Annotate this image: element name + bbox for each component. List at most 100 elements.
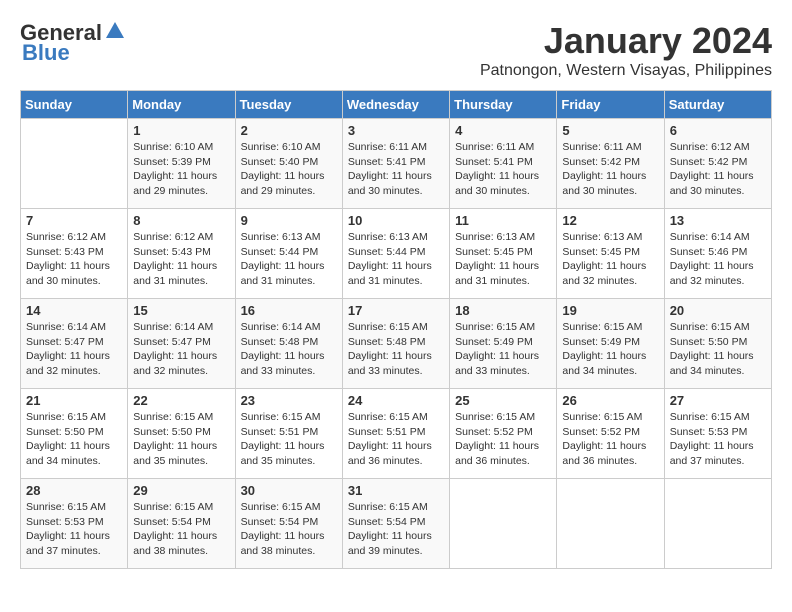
header: General Blue January 2024 Patnongon, Wes… (20, 20, 772, 80)
calendar-cell: 6 Sunrise: 6:12 AMSunset: 5:42 PMDaylight… (664, 119, 771, 209)
day-header-saturday: Saturday (664, 91, 771, 119)
cell-day-number: 19 (562, 303, 658, 318)
cell-info: Sunrise: 6:15 AMSunset: 5:52 PMDaylight:… (455, 410, 551, 469)
calendar-cell: 20 Sunrise: 6:15 AMSunset: 5:50 PMDayligh… (664, 299, 771, 389)
calendar-cell: 27 Sunrise: 6:15 AMSunset: 5:53 PMDayligh… (664, 389, 771, 479)
cell-info: Sunrise: 6:15 AMSunset: 5:54 PMDaylight:… (241, 500, 337, 559)
cell-info: Sunrise: 6:11 AMSunset: 5:41 PMDaylight:… (348, 140, 444, 199)
calendar-cell: 1Sunrise: 6:10 AMSunset: 5:39 PMDaylight… (128, 119, 235, 209)
cell-info: Sunrise: 6:13 AMSunset: 5:44 PMDaylight:… (241, 230, 337, 289)
day-header-wednesday: Wednesday (342, 91, 449, 119)
calendar-cell: 4 Sunrise: 6:11 AMSunset: 5:41 PMDaylight… (450, 119, 557, 209)
calendar-cell: 30Sunrise: 6:15 AMSunset: 5:54 PMDayligh… (235, 479, 342, 569)
cell-info: Sunrise: 6:13 AMSunset: 5:45 PMDaylight:… (455, 230, 551, 289)
calendar-cell (450, 479, 557, 569)
cell-info: Sunrise: 6:15 AMSunset: 5:49 PMDaylight:… (455, 320, 551, 379)
cell-day-number: 20 (670, 303, 766, 318)
cell-info: Sunrise: 6:12 AMSunset: 5:43 PMDaylight:… (26, 230, 122, 289)
calendar-cell: 9Sunrise: 6:13 AMSunset: 5:44 PMDaylight… (235, 209, 342, 299)
cell-day-number: 27 (670, 393, 766, 408)
day-header-tuesday: Tuesday (235, 91, 342, 119)
calendar-cell (21, 119, 128, 209)
cell-info: Sunrise: 6:14 AMSunset: 5:47 PMDaylight:… (133, 320, 229, 379)
cell-day-number: 13 (670, 213, 766, 228)
logo: General Blue (20, 20, 126, 66)
calendar-cell: 26 Sunrise: 6:15 AMSunset: 5:52 PMDayligh… (557, 389, 664, 479)
cell-info: Sunrise: 6:15 AMSunset: 5:50 PMDaylight:… (670, 320, 766, 379)
cell-day-number: 4 (455, 123, 551, 138)
cell-day-number: 31 (348, 483, 444, 498)
cell-info: Sunrise: 6:15 AMSunset: 5:48 PMDaylight:… (348, 320, 444, 379)
calendar-cell (557, 479, 664, 569)
cell-day-number: 21 (26, 393, 122, 408)
cell-day-number: 3 (348, 123, 444, 138)
cell-info: Sunrise: 6:14 AMSunset: 5:46 PMDaylight:… (670, 230, 766, 289)
cell-info: Sunrise: 6:12 AMSunset: 5:43 PMDaylight:… (133, 230, 229, 289)
cell-info: Sunrise: 6:15 AMSunset: 5:53 PMDaylight:… (670, 410, 766, 469)
calendar-cell: 29 Sunrise: 6:15 AMSunset: 5:54 PMDayligh… (128, 479, 235, 569)
calendar-cell: 18Sunrise: 6:15 AMSunset: 5:49 PMDayligh… (450, 299, 557, 389)
calendar-cell: 3 Sunrise: 6:11 AMSunset: 5:41 PMDaylight… (342, 119, 449, 209)
cell-day-number: 29 (133, 483, 229, 498)
title-area: January 2024 Patnongon, Western Visayas,… (480, 20, 772, 80)
cell-day-number: 6 (670, 123, 766, 138)
calendar-cell: 12 Sunrise: 6:13 AMSunset: 5:45 PMDayligh… (557, 209, 664, 299)
cell-info: Sunrise: 6:15 AMSunset: 5:53 PMDaylight:… (26, 500, 122, 559)
calendar-cell: 28Sunrise: 6:15 AMSunset: 5:53 PMDayligh… (21, 479, 128, 569)
cell-day-number: 14 (26, 303, 122, 318)
calendar-cell: 15 Sunrise: 6:14 AMSunset: 5:47 PMDayligh… (128, 299, 235, 389)
calendar-cell: 16 Sunrise: 6:14 AMSunset: 5:48 PMDayligh… (235, 299, 342, 389)
week-row-3: 21 Sunrise: 6:15 AMSunset: 5:50 PMDayligh… (21, 389, 772, 479)
calendar-cell: 14 Sunrise: 6:14 AMSunset: 5:47 PMDayligh… (21, 299, 128, 389)
cell-info: Sunrise: 6:15 AMSunset: 5:52 PMDaylight:… (562, 410, 658, 469)
cell-info: Sunrise: 6:12 AMSunset: 5:42 PMDaylight:… (670, 140, 766, 199)
calendar-cell: 22 Sunrise: 6:15 AMSunset: 5:50 PMDayligh… (128, 389, 235, 479)
logo-icon (104, 20, 126, 42)
calendar-cell: 8 Sunrise: 6:12 AMSunset: 5:43 PMDaylight… (128, 209, 235, 299)
cell-day-number: 11 (455, 213, 551, 228)
days-header-row: SundayMondayTuesdayWednesdayThursdayFrid… (21, 91, 772, 119)
calendar-cell: 11 Sunrise: 6:13 AMSunset: 5:45 PMDayligh… (450, 209, 557, 299)
calendar-cell: 5 Sunrise: 6:11 AMSunset: 5:42 PMDaylight… (557, 119, 664, 209)
calendar-cell: 7 Sunrise: 6:12 AMSunset: 5:43 PMDaylight… (21, 209, 128, 299)
calendar-cell: 17Sunrise: 6:15 AMSunset: 5:48 PMDayligh… (342, 299, 449, 389)
cell-day-number: 8 (133, 213, 229, 228)
cell-info: Sunrise: 6:15 AMSunset: 5:54 PMDaylight:… (133, 500, 229, 559)
calendar-cell: 25 Sunrise: 6:15 AMSunset: 5:52 PMDayligh… (450, 389, 557, 479)
calendar-body: 1Sunrise: 6:10 AMSunset: 5:39 PMDaylight… (21, 119, 772, 569)
cell-info: Sunrise: 6:10 AMSunset: 5:40 PMDaylight:… (241, 140, 337, 199)
logo-blue: Blue (22, 40, 70, 66)
calendar-cell: 10Sunrise: 6:13 AMSunset: 5:44 PMDayligh… (342, 209, 449, 299)
cell-day-number: 12 (562, 213, 658, 228)
cell-info: Sunrise: 6:11 AMSunset: 5:41 PMDaylight:… (455, 140, 551, 199)
calendar-cell: 13 Sunrise: 6:14 AMSunset: 5:46 PMDayligh… (664, 209, 771, 299)
day-header-thursday: Thursday (450, 91, 557, 119)
cell-info: Sunrise: 6:11 AMSunset: 5:42 PMDaylight:… (562, 140, 658, 199)
week-row-1: 7 Sunrise: 6:12 AMSunset: 5:43 PMDaylight… (21, 209, 772, 299)
cell-day-number: 2 (241, 123, 337, 138)
cell-info: Sunrise: 6:15 AMSunset: 5:50 PMDaylight:… (133, 410, 229, 469)
calendar-cell (664, 479, 771, 569)
week-row-4: 28Sunrise: 6:15 AMSunset: 5:53 PMDayligh… (21, 479, 772, 569)
cell-info: Sunrise: 6:14 AMSunset: 5:47 PMDaylight:… (26, 320, 122, 379)
cell-day-number: 1 (133, 123, 229, 138)
cell-day-number: 25 (455, 393, 551, 408)
cell-day-number: 22 (133, 393, 229, 408)
cell-info: Sunrise: 6:15 AMSunset: 5:51 PMDaylight:… (241, 410, 337, 469)
cell-day-number: 16 (241, 303, 337, 318)
location-title: Patnongon, Western Visayas, Philippines (480, 62, 772, 80)
day-header-monday: Monday (128, 91, 235, 119)
cell-day-number: 23 (241, 393, 337, 408)
cell-day-number: 26 (562, 393, 658, 408)
cell-info: Sunrise: 6:13 AMSunset: 5:45 PMDaylight:… (562, 230, 658, 289)
cell-day-number: 10 (348, 213, 444, 228)
calendar-cell: 21Sunrise: 6:15 AMSunset: 5:50 PMDayligh… (21, 389, 128, 479)
cell-day-number: 7 (26, 213, 122, 228)
cell-info: Sunrise: 6:15 AMSunset: 5:49 PMDaylight:… (562, 320, 658, 379)
calendar-cell: 19 Sunrise: 6:15 AMSunset: 5:49 PMDayligh… (557, 299, 664, 389)
cell-day-number: 24 (348, 393, 444, 408)
calendar-cell: 24Sunrise: 6:15 AMSunset: 5:51 PMDayligh… (342, 389, 449, 479)
cell-info: Sunrise: 6:14 AMSunset: 5:48 PMDaylight:… (241, 320, 337, 379)
cell-day-number: 15 (133, 303, 229, 318)
cell-day-number: 5 (562, 123, 658, 138)
